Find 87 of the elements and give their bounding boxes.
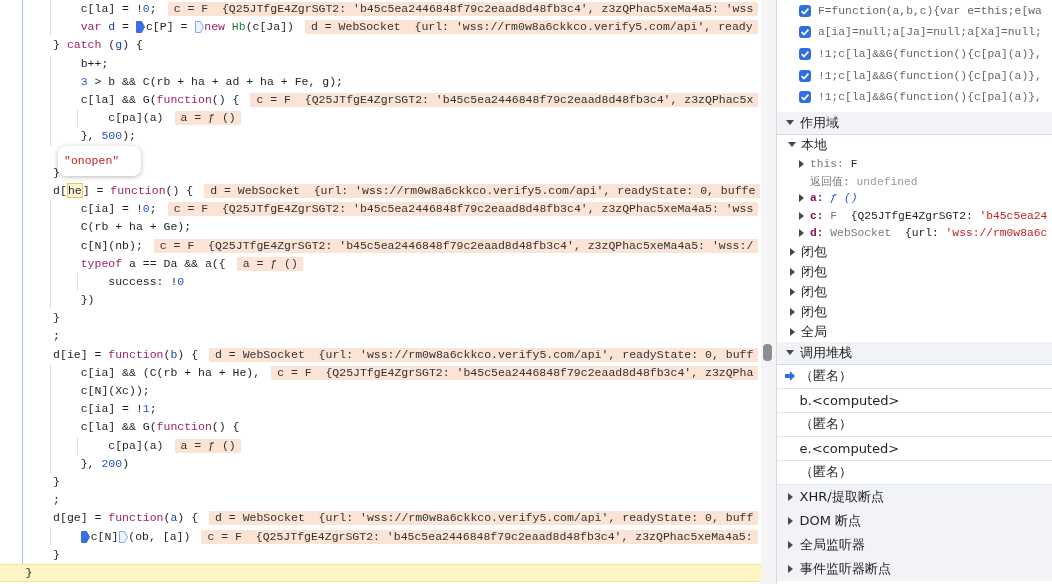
- variable-row[interactable]: d: WebSocket {url: 'wss://rm0w8a6c: [777, 224, 1052, 242]
- hovered-token: he: [66, 183, 83, 199]
- inline-value: c = F {Q25JTfgE4ZgrSGT2: 'b45c5ea2446848f79c2eaad8d48fb3c4', z3zQPhac5x: [250, 93, 759, 108]
- value-tooltip: "onopen": [58, 146, 142, 176]
- tree-item[interactable]: 全局: [777, 321, 1052, 342]
- code-text: } catch (g) {: [53, 37, 143, 54]
- code-text: success: !0: [108, 273, 185, 290]
- tree-item[interactable]: 闭包: [777, 281, 1052, 302]
- checkbox[interactable]: [799, 48, 811, 60]
- code-text: 3 > b && C(rb + ha + ad + ha + Fe, g);: [80, 73, 343, 90]
- call-frame[interactable]: （匿名）: [777, 460, 1052, 485]
- code-text: c[pa](a): [108, 110, 164, 127]
- code-text: d[ge] = function(a) {: [53, 510, 199, 527]
- code-text: }: [25, 564, 33, 581]
- breakpoint-code: !1;c[la]&&G(function(){c[pa](a)},: [818, 91, 1042, 104]
- variable-row[interactable]: 返回值: undefined: [777, 172, 1052, 190]
- code-text: c[ia] && (C(rb + ha + He),: [80, 364, 261, 381]
- code-text: C(rb + ha + Ge);: [80, 219, 192, 236]
- code-text: c[la] = !0;: [80, 1, 157, 18]
- checkbox[interactable]: [799, 4, 811, 17]
- inline-value: d = WebSocket {url: 'wss://rm0w8a6ckkco.verify5.com/api', ready: [304, 20, 758, 35]
- code-text: c[la] && G(function() {: [80, 419, 240, 436]
- code-text: c[N]: [90, 528, 119, 545]
- code-text: }, 500);: [80, 128, 136, 145]
- section-header[interactable]: XHR/提取断点: [777, 484, 1052, 509]
- inline-value: d = WebSocket {url: 'wss://rm0w8a6ckkco.verify5.com/api', readyState: 0, buff: [209, 511, 759, 526]
- call-frame[interactable]: b.<computed>: [777, 388, 1052, 413]
- inline-value: c = F {Q25JTfgE4ZgrSGT2: 'b45c5ea2446848f79c2eaad8d48fb3c4', z3zQPhac5xeMa4a5: 'wss:/: [153, 238, 759, 253]
- inline-value: d = WebSocket {url: 'wss://rm0w8a6ckkco.verify5.com/api', readyState: 0, buffe: [204, 183, 761, 198]
- checkbox[interactable]: [799, 91, 811, 104]
- code-text: }: [53, 310, 60, 327]
- section-header[interactable]: 调用堆栈: [777, 341, 1052, 365]
- filled-marker-icon[interactable]: [81, 530, 91, 543]
- breakpoint-code: a[ia]=null;a[Ja]=null;a[Xa]=null;: [818, 26, 1042, 39]
- tree-item[interactable]: 闭包: [777, 261, 1052, 282]
- call-frame[interactable]: （匿名）: [777, 412, 1052, 437]
- code-text: c[ia] = !0;: [80, 201, 157, 218]
- scrollbar-thumb[interactable]: [763, 344, 772, 361]
- section-header[interactable]: DOM 断点: [777, 508, 1052, 533]
- code-text: }: [53, 164, 60, 181]
- outline-marker-icon[interactable]: [118, 530, 128, 543]
- breakpoint-code: !1;c[la]&&G(function(){c[pa](a)},: [818, 69, 1042, 82]
- code-text: c[P] =: [145, 19, 189, 36]
- inline-value: c = F {Q25JTfgE4ZgrSGT2: 'b45c5ea2446848f79c2eaad8d48fb3c4', z3zQPhac5xeMa4a5: 'wss: [167, 2, 759, 17]
- tree-item[interactable]: 本地: [777, 134, 1052, 155]
- section-header[interactable]: 作用域: [777, 111, 1052, 135]
- filled-marker-icon[interactable]: [136, 21, 146, 34]
- breakpoint-code: F=function(a,b,c){var e=this;e[wa: [818, 4, 1042, 17]
- variable-row[interactable]: a: ƒ (): [777, 189, 1052, 208]
- code-text: new Hb(c[Ja]): [204, 19, 294, 36]
- tree-item[interactable]: 闭包: [777, 241, 1052, 262]
- code-text: c[N](nb);: [80, 237, 143, 254]
- code-text: var d =: [80, 19, 130, 36]
- call-frame[interactable]: （匿名）: [777, 364, 1052, 389]
- tree-item[interactable]: 闭包: [777, 301, 1052, 322]
- breakpoint-code: !1;c[la]&&G(function(){c[pa](a)},: [818, 48, 1042, 60]
- variable-row[interactable]: c: F {Q25JTfgE4ZgrSGT2: 'b45c5ea24: [777, 207, 1052, 225]
- inline-value: d = WebSocket {url: 'wss://rm0w8a6ckkco.verify5.com/api', readyState: 0, buff: [209, 347, 759, 362]
- code-text: c[N](Xc));: [80, 383, 150, 400]
- inline-value: a = ƒ (): [236, 256, 303, 271]
- call-frame[interactable]: e.<computed>: [777, 436, 1052, 461]
- code-text: typeof a == Da && a({: [80, 255, 226, 272]
- inline-value: c = F {Q25JTfgE4ZgrSGT2: 'b45c5ea2446848f79c2eaad8d48fb3c4', z3zQPhac5xeMa4a5: 'wss: [167, 202, 759, 217]
- outline-marker-icon[interactable]: [194, 21, 204, 34]
- inline-value: c = F {Q25JTfgE4ZgrSGT2: 'b45c5ea2446848f79c2eaad8d48fb3c4', z3zQPhac5xeMa4a5:: [201, 529, 758, 544]
- code-text: b++;: [80, 55, 109, 72]
- code-text: ;: [53, 328, 60, 345]
- code-text: d[: [53, 182, 67, 199]
- checkbox[interactable]: [799, 69, 811, 82]
- code-text: ;: [53, 492, 60, 509]
- inline-value: a = ƒ (): [174, 438, 241, 453]
- code-text: d[ie] = function(b) {: [53, 346, 199, 363]
- code-text: }: [53, 546, 60, 563]
- section-header[interactable]: 全局监听器: [777, 532, 1052, 557]
- inline-value: c = F {Q25JTfgE4ZgrSGT2: 'b45c5ea2446848f79c2eaad8d48fb3c4', z3zQPha: [271, 365, 759, 380]
- section-header[interactable]: 事件监听器断点: [777, 556, 1052, 581]
- variable-row[interactable]: this: F: [777, 154, 1052, 173]
- inline-value: a = ƒ (): [174, 111, 241, 126]
- code-text: }): [80, 292, 95, 309]
- code-text: c[la] && G(function() {: [80, 92, 240, 109]
- code-text: c[pa](a): [108, 437, 164, 454]
- checkbox[interactable]: [799, 26, 811, 39]
- code-text: c[ia] = !1;: [80, 401, 157, 418]
- code-text: (ob, [a]): [128, 528, 191, 545]
- code-text: }: [53, 473, 60, 490]
- code-text: }, 200): [80, 455, 130, 472]
- code-text: ] = function() {: [82, 182, 194, 199]
